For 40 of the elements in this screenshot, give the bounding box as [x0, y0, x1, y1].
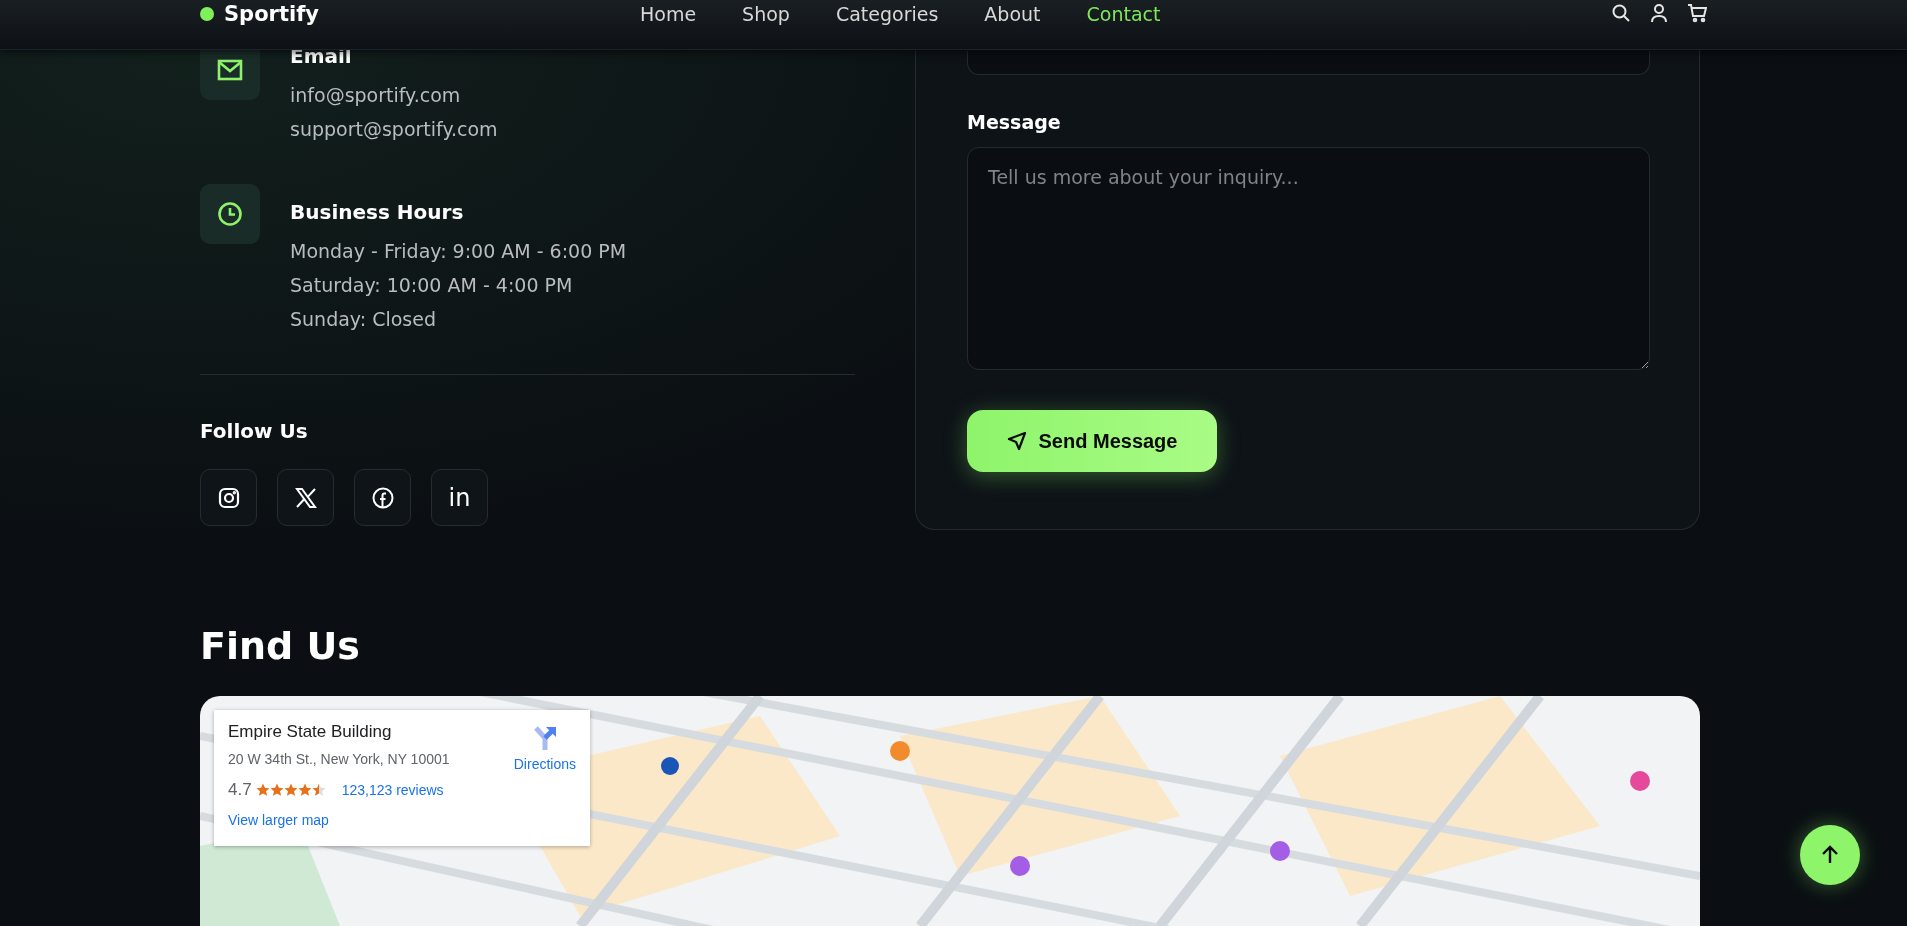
directions-link[interactable]: Directions	[513, 722, 576, 772]
facebook-icon	[370, 485, 395, 510]
contact-detail: Sunday: Closed	[290, 307, 437, 332]
x-button[interactable]	[277, 469, 334, 526]
send-message-button[interactable]: Send Message	[967, 410, 1217, 472]
facebook-button[interactable]	[354, 469, 411, 526]
view-larger-map-link[interactable]: View larger map	[228, 812, 329, 828]
nav-link[interactable]: Shop	[742, 3, 790, 25]
clock-icon	[217, 201, 243, 227]
section-title: Find Us	[200, 624, 361, 668]
x-icon	[293, 485, 318, 510]
contact-detail: info@sportify.com	[290, 83, 462, 108]
nav-link[interactable]: Home	[640, 3, 697, 25]
contact-detail: Saturday: 10:00 AM - 4:00 PM	[290, 273, 574, 298]
contact-heading: Business Hours	[290, 200, 465, 224]
nav-link[interactable]: About	[984, 3, 1041, 25]
place-address: 20 W 34th St., New York, NY 10001	[228, 751, 451, 767]
scroll-to-top-button[interactable]	[1800, 825, 1860, 885]
rating-value: 4.7	[228, 780, 252, 800]
cart-icon[interactable]	[1687, 3, 1707, 23]
input-field[interactable]	[967, 51, 1650, 75]
contact-detail: support@sportify.com	[290, 117, 498, 142]
contact-detail: Monday - Friday: 9:00 AM - 6:00 PM	[290, 239, 627, 264]
message-field[interactable]: Tell us more about your inquiry...	[967, 147, 1650, 370]
field-label: Message	[967, 111, 1061, 133]
user-icon[interactable]	[1649, 3, 1669, 23]
logo-dot-icon	[200, 7, 214, 21]
nav-link[interactable]: Contact	[1086, 3, 1161, 25]
send-icon	[1006, 431, 1027, 451]
instagram-icon	[216, 485, 241, 510]
instagram-button[interactable]	[200, 469, 257, 526]
reviews-link[interactable]: 123,123 reviews	[341, 782, 444, 798]
logo[interactable]: Sportify	[224, 2, 319, 26]
nav-link[interactable]: Categories	[835, 3, 939, 25]
linkedin-button[interactable]: in	[431, 469, 488, 526]
directions-icon	[531, 724, 558, 752]
place-name: Empire State Building	[228, 722, 393, 742]
follow-heading: Follow Us	[200, 419, 309, 443]
mail-icon	[217, 59, 243, 81]
search-icon[interactable]	[1611, 3, 1631, 23]
